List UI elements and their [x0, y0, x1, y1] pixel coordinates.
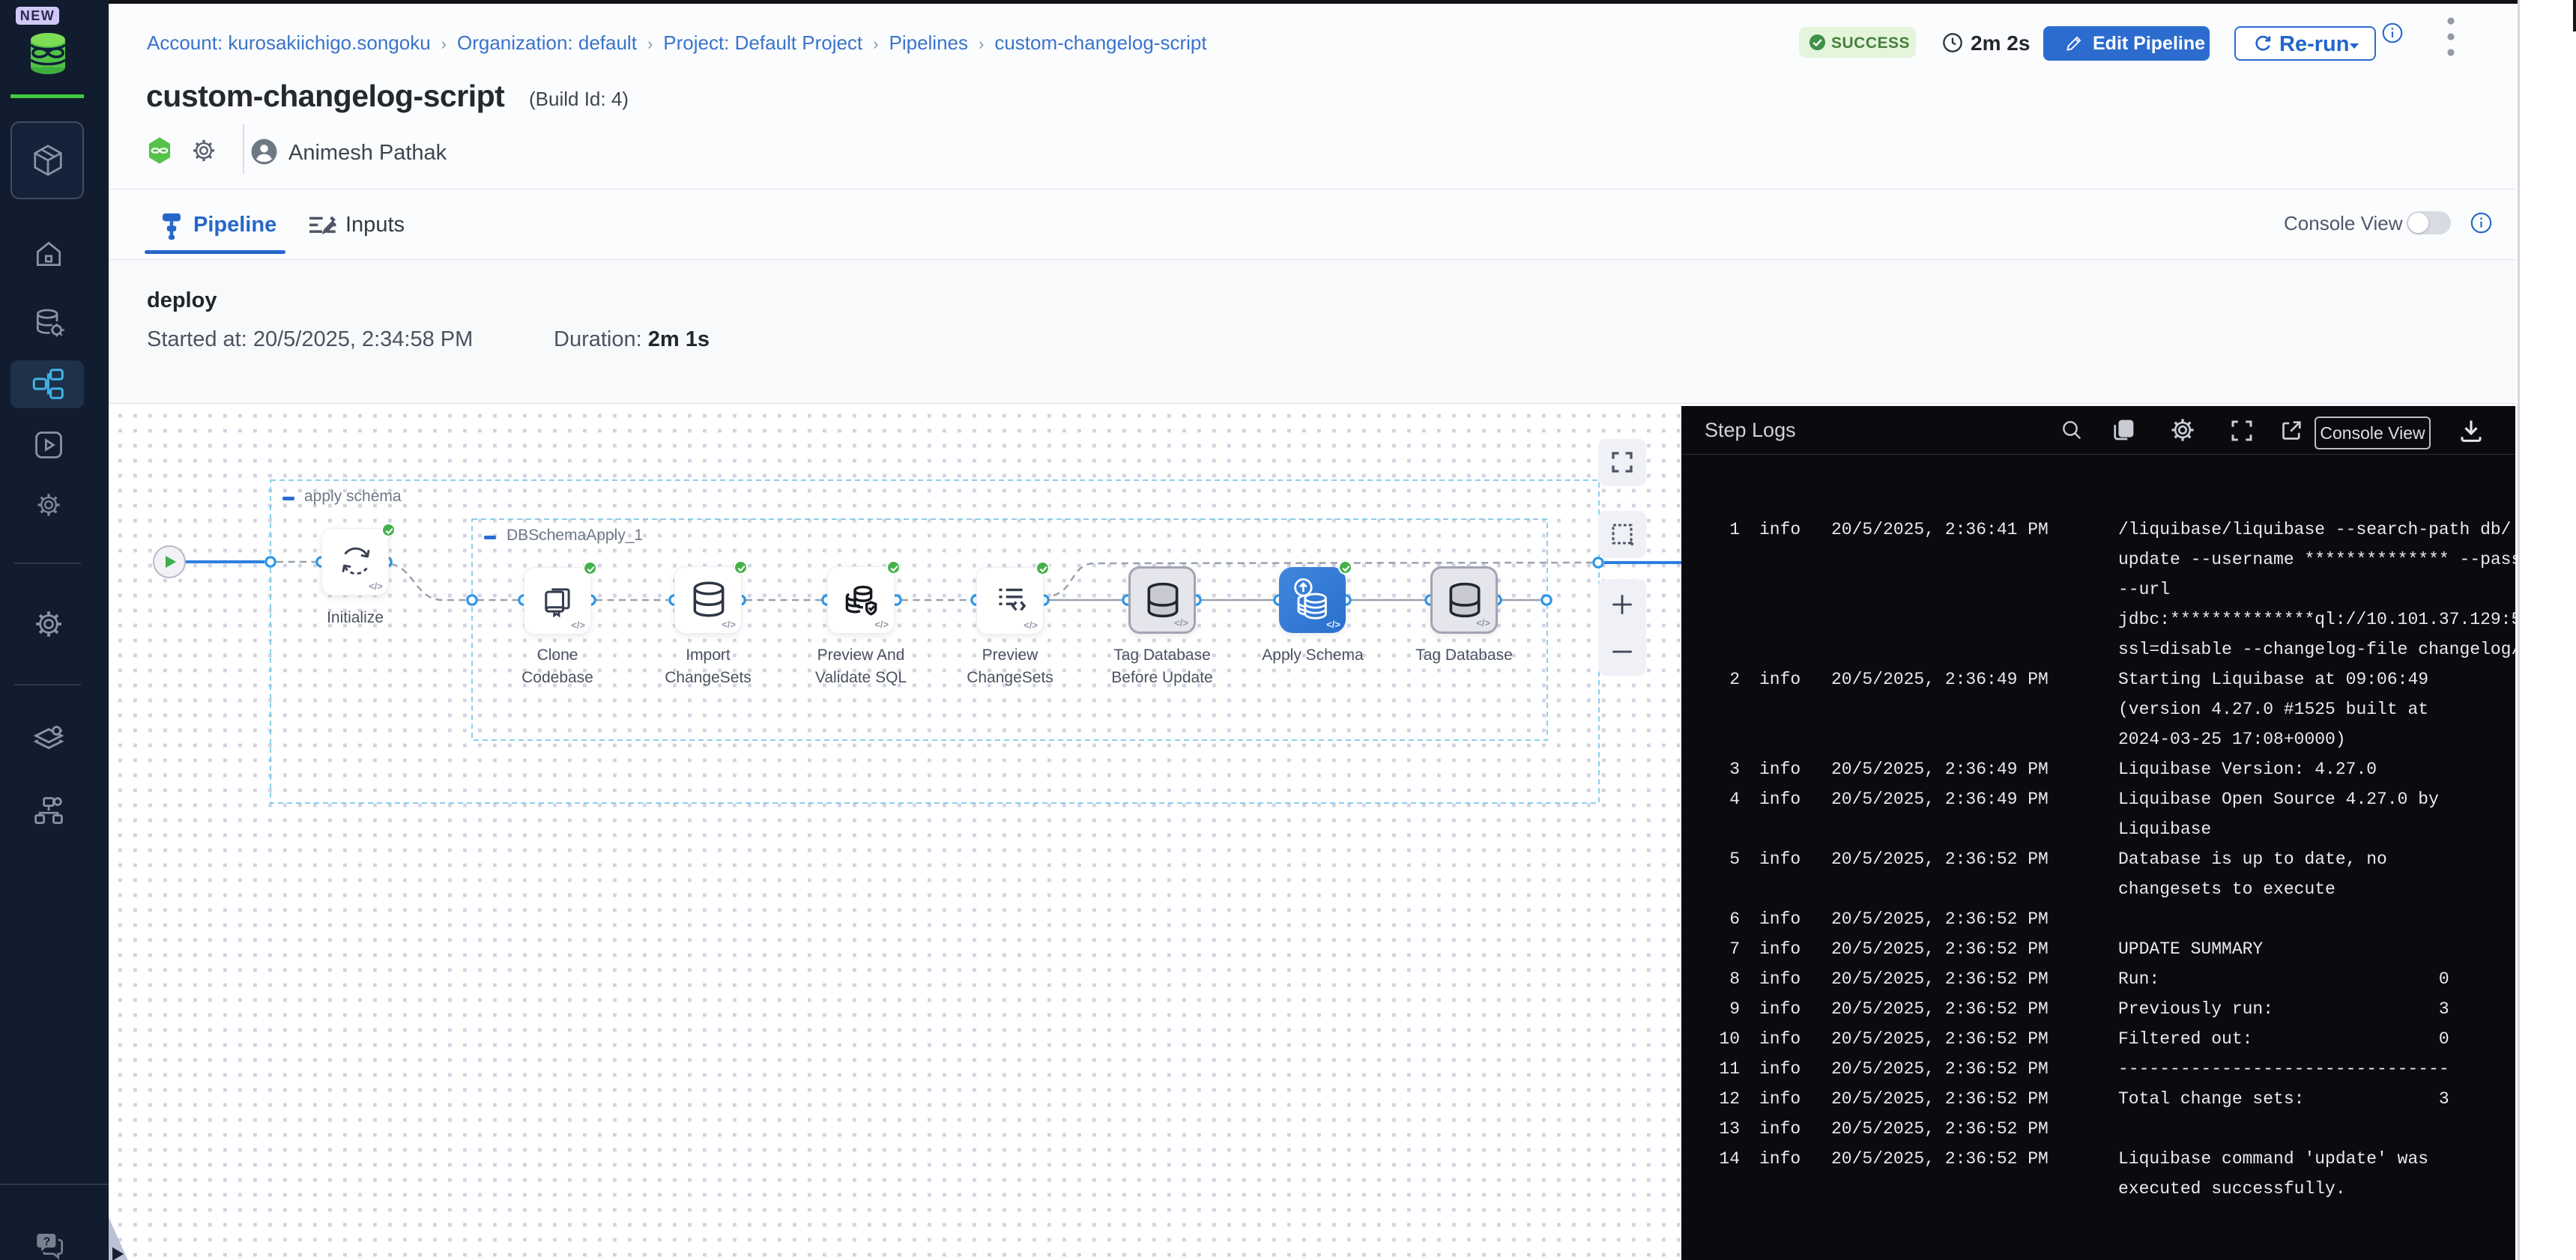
svg-text:?: ?	[43, 1235, 51, 1248]
